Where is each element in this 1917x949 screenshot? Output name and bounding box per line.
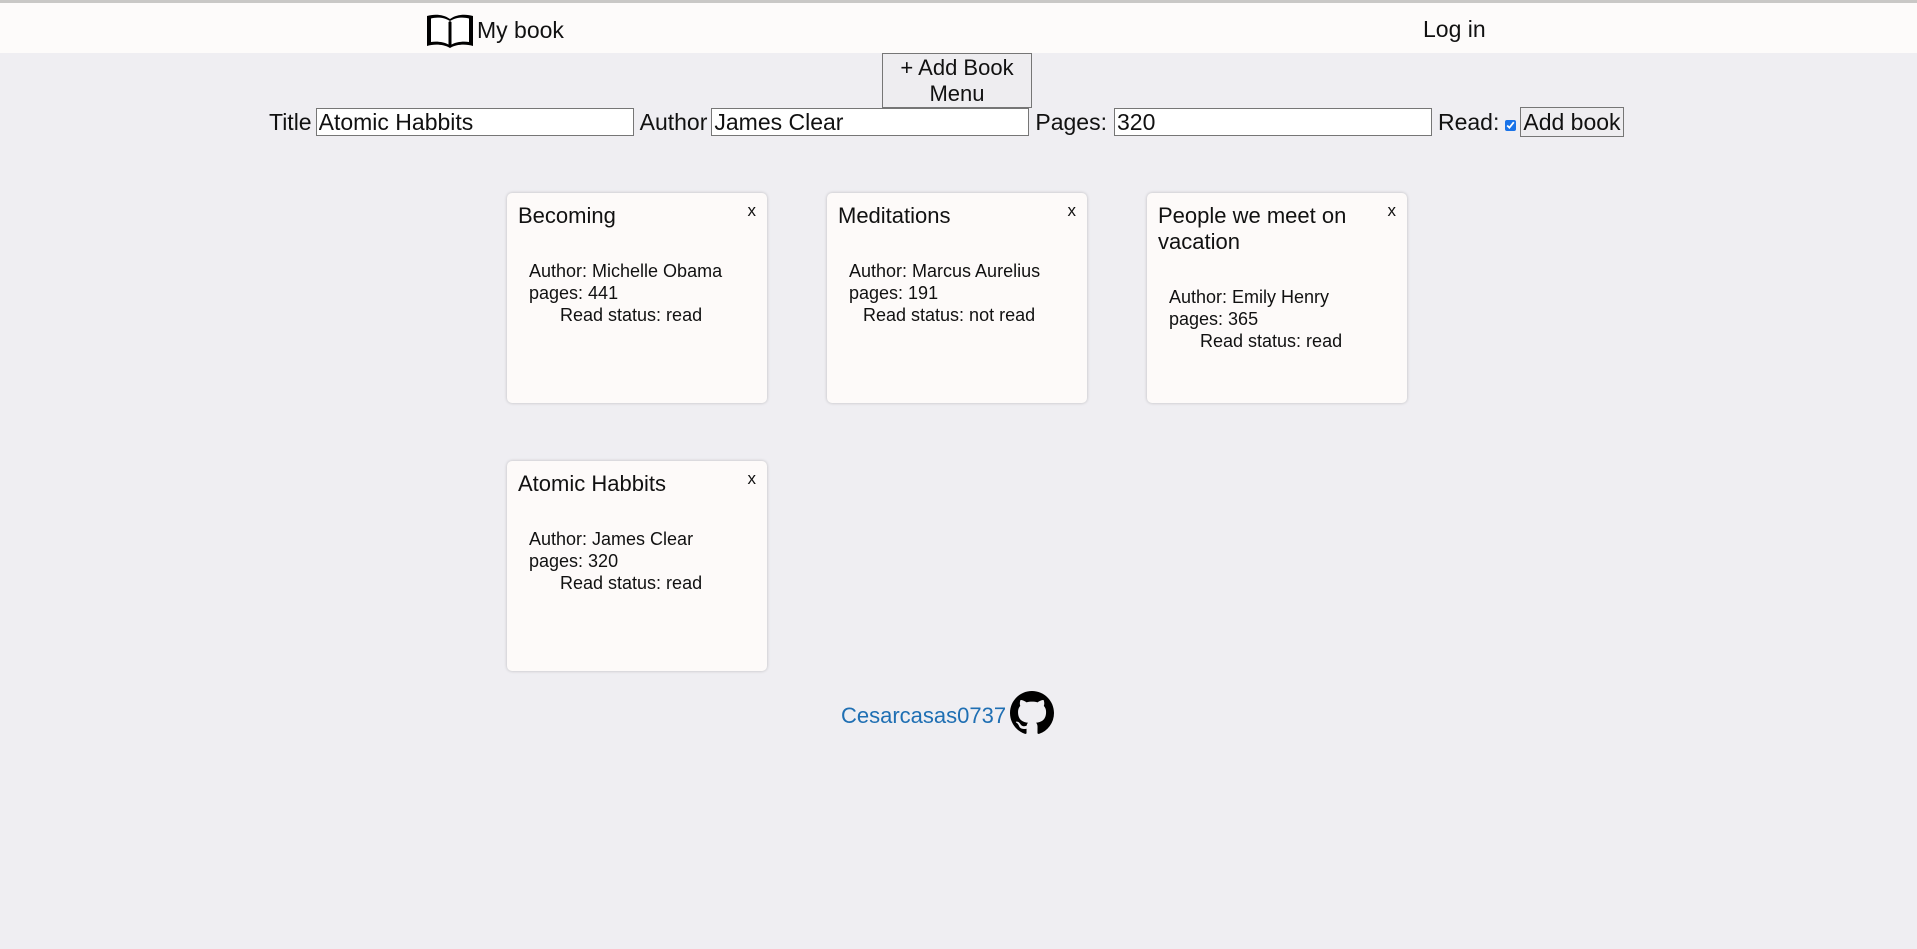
book-card: People we meet on vacation x Author: Emi… [1147,193,1407,403]
title-label: Title [269,108,312,135]
remove-book-button[interactable]: x [1068,201,1077,221]
book-author: Author: Marcus Aurelius [849,261,1041,281]
book-author: Author: Emily Henry [1169,287,1330,307]
book-author: Author: Michelle Obama [529,261,723,281]
add-book-menu-label-line1: + Add Book [900,55,1014,80]
book-card: Meditations x Author: Marcus Aurelius pa… [827,193,1087,403]
header-bar: My book Log in [0,3,1917,53]
add-book-menu-label-line2: Menu [929,81,985,106]
add-book-button[interactable]: Add book [1520,107,1624,137]
book-title: Meditations [838,203,951,228]
read-label: Read: [1437,108,1500,135]
book-title: Atomic Habbits [518,471,666,496]
remove-book-button[interactable]: x [1388,201,1397,221]
book-card: Atomic Habbits x Author: James Clear pag… [507,461,767,671]
add-book-form: Title Author Pages: Read: Add book [269,106,1624,138]
book-pages: pages: 365 [1169,309,1259,329]
author-input[interactable] [711,108,1030,136]
book-read-status[interactable]: Read status: read [529,572,702,594]
login-link[interactable]: Log in [1423,16,1486,43]
remove-book-button[interactable]: x [748,469,757,489]
book-pages: pages: 191 [849,283,939,303]
book-read-status[interactable]: Read status: not read [849,304,1040,326]
brand-label: My book [477,16,564,43]
open-book-icon [425,11,475,49]
brand-link[interactable]: My book [425,11,564,49]
add-book-menu-button[interactable]: + Add Book Menu [882,53,1032,108]
remove-book-button[interactable]: x [748,201,757,221]
book-read-status[interactable]: Read status: read [1169,330,1342,352]
book-read-status[interactable]: Read status: read [529,304,722,326]
book-title: Becoming [518,203,616,228]
book-details: Author: James Clear pages: 320 Read stat… [529,528,702,594]
book-details: Author: Michelle Obama pages: 441 Read s… [529,260,722,326]
book-title: People we meet on vacation [1158,203,1347,254]
book-pages: pages: 320 [529,551,619,571]
footer: Cesarcasas0737 [841,691,1055,740]
book-card: Becoming x Author: Michelle Obama pages:… [507,193,767,403]
book-details: Author: Marcus Aurelius pages: 191 Read … [849,260,1040,326]
pages-label: Pages: [1035,108,1107,135]
author-label: Author [639,108,708,135]
book-pages: pages: 441 [529,283,619,303]
pages-input[interactable] [1113,108,1432,136]
github-icon[interactable] [1010,691,1055,740]
title-input[interactable] [315,108,634,136]
github-profile-link[interactable]: Cesarcasas0737 [841,703,1006,729]
book-details: Author: Emily Henry pages: 365 Read stat… [1169,286,1342,352]
read-checkbox[interactable] [1505,119,1517,131]
book-author: Author: James Clear [529,529,694,549]
